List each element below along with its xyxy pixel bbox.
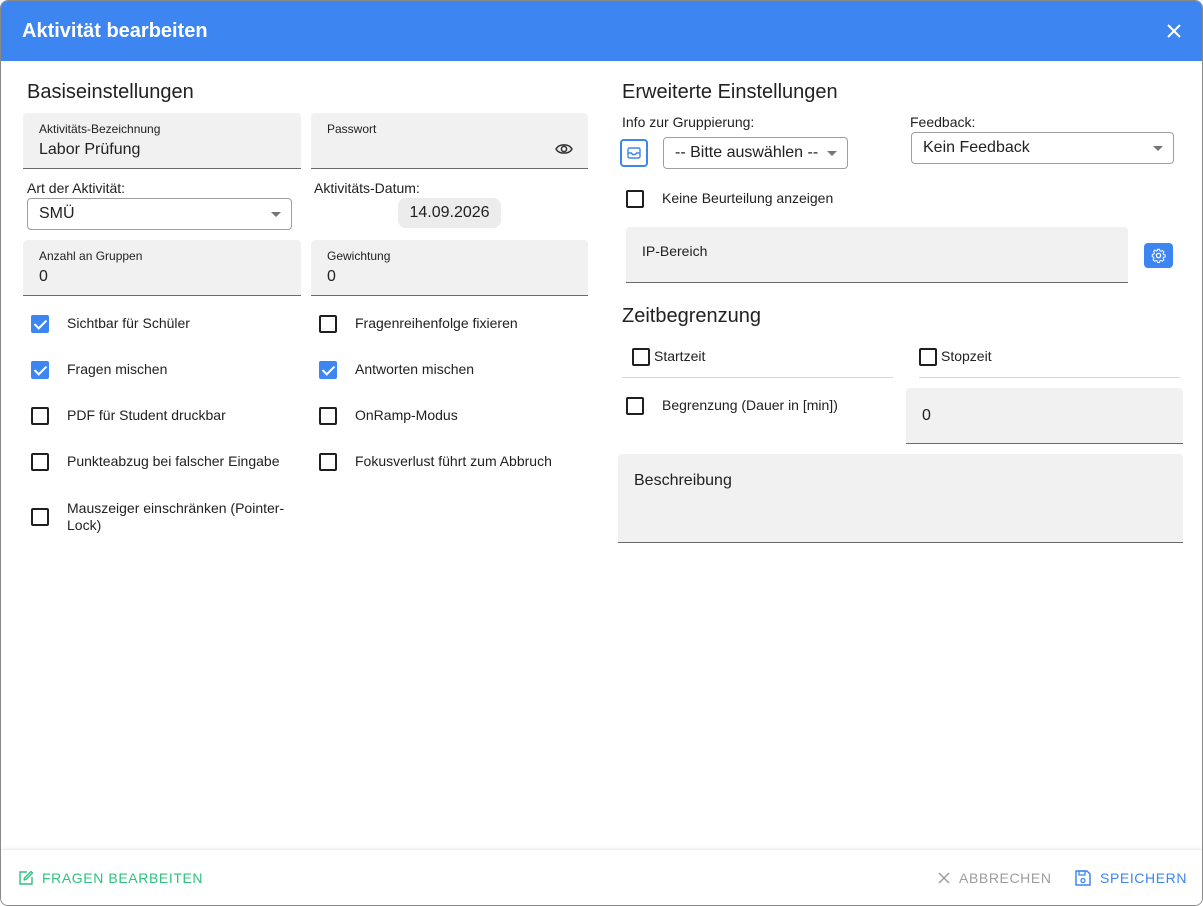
password-label: Passwort [327, 122, 377, 136]
activity-type-label: Art der Aktivität: [27, 180, 126, 196]
checkbox-box[interactable] [31, 453, 49, 471]
weight-label: Gewichtung [327, 249, 391, 263]
checkbox-label: Sichtbar für Schüler [67, 315, 190, 331]
basic-settings-title: Basiseinstellungen [27, 81, 194, 103]
weight-value: 0 [327, 268, 336, 285]
checkbox-duration-limit[interactable]: Begrenzung (Dauer in [min]) [626, 397, 896, 415]
checkbox-shuffle-questions[interactable]: Fragen mischen [31, 361, 291, 379]
grouping-info-button[interactable] [620, 139, 648, 167]
checkbox-box[interactable] [319, 407, 337, 425]
checkbox-box[interactable] [319, 315, 337, 333]
checkbox-label: Begrenzung (Dauer in [min]) [662, 397, 838, 413]
ip-settings-button[interactable] [1144, 243, 1173, 268]
chevron-down-icon [1153, 146, 1163, 151]
eye-icon[interactable] [555, 142, 573, 156]
activity-name-field[interactable]: Aktivitäts-Bezeichnung Labor Prüfung [23, 113, 301, 169]
edit-questions-label: FRAGEN BEARBEITEN [42, 870, 204, 886]
inbox-icon [627, 147, 641, 159]
edit-icon [19, 870, 34, 885]
start-time-divider [622, 377, 893, 378]
checkbox-penalty[interactable]: Punkteabzug bei falscher Eingabe [31, 453, 291, 471]
activity-type-value: SMÜ [39, 205, 75, 222]
group-count-value: 0 [39, 268, 48, 285]
activity-name-label: Aktivitäts-Bezeichnung [39, 122, 161, 136]
grouping-select[interactable]: -- Bitte auswählen -- [663, 137, 848, 169]
stop-time-divider [919, 377, 1180, 378]
checkbox-fix-order[interactable]: Fragenreihenfolge fixieren [319, 315, 579, 333]
password-field[interactable]: Passwort [311, 113, 588, 169]
checkbox-box[interactable] [626, 190, 644, 208]
checkbox-box[interactable] [319, 361, 337, 379]
dialog-footer: FRAGEN BEARBEITEN ABBRECHEN SPEICHERN [1, 849, 1202, 905]
activity-name-value: Labor Prüfung [39, 141, 141, 158]
group-count-field[interactable]: Anzahl an Gruppen 0 [23, 240, 301, 296]
duration-field[interactable]: 0 [906, 388, 1183, 444]
group-count-label: Anzahl an Gruppen [39, 249, 143, 263]
checkbox-box[interactable] [31, 407, 49, 425]
checkbox-box[interactable] [31, 361, 49, 379]
feedback-label: Feedback: [910, 114, 976, 130]
checkbox-box[interactable] [919, 348, 937, 366]
checkbox-label: Keine Beurteilung anzeigen [662, 190, 834, 206]
activity-type-select[interactable]: SMÜ [27, 198, 292, 230]
dialog-title: Aktivität bearbeiten [22, 20, 208, 42]
checkbox-box[interactable] [626, 397, 644, 415]
ip-range-label: IP-Bereich [642, 243, 708, 259]
chevron-down-icon [271, 212, 281, 217]
feedback-value: Kein Feedback [923, 139, 1030, 156]
cancel-label: ABBRECHEN [959, 870, 1052, 886]
gear-icon [1151, 248, 1166, 263]
activity-date-chip[interactable]: 14.09.2026 [398, 198, 501, 228]
checkbox-label: OnRamp-Modus [355, 407, 458, 423]
dialog-header: Aktivität bearbeiten [1, 1, 1202, 61]
ip-range-field[interactable]: IP-Bereich [626, 227, 1128, 283]
grouping-label: Info zur Gruppierung: [622, 114, 755, 130]
floppy-disk-icon [1075, 870, 1091, 886]
checkbox-label: PDF für Student druckbar [67, 407, 226, 423]
description-label: Beschreibung [634, 472, 732, 489]
checkbox-start-time[interactable]: Startzeit [632, 348, 832, 366]
checkbox-pointer-lock[interactable]: Mauszeiger einschränken (Pointer-Lock) [31, 500, 291, 534]
save-label: SPEICHERN [1100, 870, 1188, 886]
checkbox-box[interactable] [632, 348, 650, 366]
checkbox-label: Stopzeit [941, 348, 992, 364]
checkbox-box[interactable] [31, 315, 49, 333]
chevron-down-icon [827, 151, 837, 156]
checkbox-label: Punkteabzug bei falscher Eingabe [67, 453, 280, 469]
description-field[interactable]: Beschreibung [618, 454, 1183, 543]
feedback-select[interactable]: Kein Feedback [911, 132, 1174, 164]
checkbox-label: Antworten mischen [355, 361, 475, 377]
checkbox-label: Fragenreihenfolge fixieren [355, 315, 518, 331]
weight-field[interactable]: Gewichtung 0 [311, 240, 588, 296]
checkbox-label: Fokusverlust führt zum Abbruch [355, 453, 552, 469]
save-button[interactable]: SPEICHERN [1074, 869, 1187, 887]
checkbox-label: Startzeit [654, 348, 706, 364]
checkbox-focus-loss[interactable]: Fokusverlust führt zum Abbruch [319, 453, 579, 471]
checkbox-pdf-printable[interactable]: PDF für Student druckbar [31, 407, 291, 425]
close-icon[interactable] [1164, 21, 1184, 41]
checkbox-visible-students[interactable]: Sichtbar für Schüler [31, 315, 291, 333]
checkbox-box[interactable] [319, 453, 337, 471]
close-icon [938, 872, 950, 884]
checkbox-no-grade[interactable]: Keine Beurteilung anzeigen [626, 190, 926, 208]
advanced-settings-title: Erweiterte Einstellungen [622, 81, 838, 103]
cancel-button[interactable]: ABBRECHEN [937, 870, 1052, 886]
duration-value: 0 [922, 407, 931, 424]
checkbox-onramp[interactable]: OnRamp-Modus [319, 407, 579, 425]
edit-questions-button[interactable]: FRAGEN BEARBEITEN [18, 870, 203, 886]
checkbox-label: Fragen mischen [67, 361, 168, 377]
checkbox-stop-time[interactable]: Stopzeit [919, 348, 1119, 366]
edit-activity-dialog: Aktivität bearbeiten Basiseinstellungen … [0, 0, 1203, 906]
checkbox-label: Mauszeiger einschränken (Pointer-Lock) [67, 500, 285, 533]
checkbox-box[interactable] [31, 508, 49, 526]
checkbox-shuffle-answers[interactable]: Antworten mischen [319, 361, 579, 379]
time-limit-title: Zeitbegrenzung [622, 305, 761, 327]
grouping-value: -- Bitte auswählen -- [675, 144, 819, 161]
activity-date-label: Aktivitäts-Datum: [314, 180, 420, 196]
